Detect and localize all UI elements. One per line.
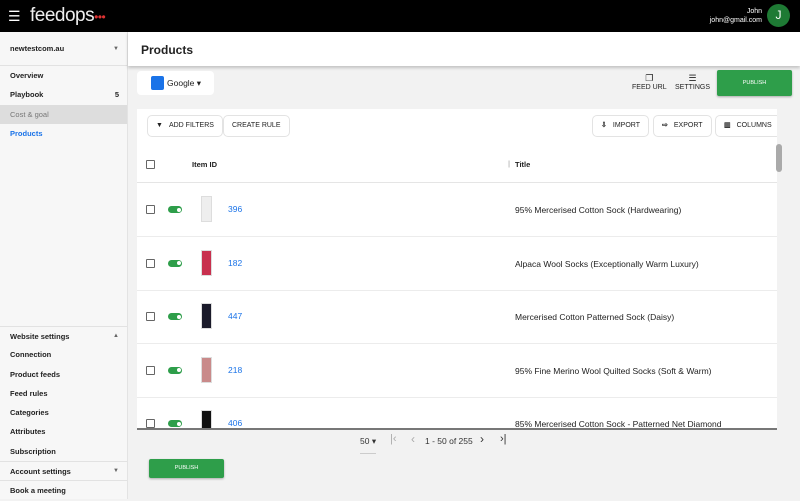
- last-page-icon[interactable]: ›|: [500, 433, 507, 445]
- import-button[interactable]: ⇩ IMPORT: [592, 115, 649, 137]
- user-info: John john@gmail.com: [709, 8, 762, 24]
- footer-publish-button[interactable]: PUBLISH: [149, 459, 224, 478]
- avatar[interactable]: J: [767, 4, 790, 27]
- enabled-toggle[interactable]: [168, 259, 182, 267]
- item-id-link[interactable]: 447: [228, 311, 242, 321]
- sidebar: newtestcom.au ▼ Overview Playbook 5 Cost &…: [0, 32, 128, 499]
- product-title: 95% Fine Merino Wool Quilted Socks (Soft…: [515, 365, 712, 376]
- create-rule-button[interactable]: CREATE RULE: [223, 115, 290, 137]
- select-all-checkbox[interactable]: [146, 160, 155, 169]
- sidebar-item-subscription[interactable]: Subscription: [0, 442, 127, 461]
- column-item-id[interactable]: Item ID: [192, 160, 217, 169]
- columns-icon: ▥: [724, 122, 731, 129]
- enabled-toggle[interactable]: [168, 366, 182, 374]
- logo[interactable]: feedops•••: [30, 5, 106, 27]
- sidebar-item-product-feeds[interactable]: Product feeds: [0, 365, 127, 384]
- vertical-scrollbar[interactable]: [776, 144, 782, 172]
- product-title: Mercerised Cotton Patterned Sock (Daisy): [515, 312, 675, 322]
- page-size-select[interactable]: 50 ▾: [360, 436, 377, 454]
- feed-url-button[interactable]: ❐ FEED URL: [632, 72, 667, 91]
- first-page-icon[interactable]: |‹: [390, 433, 397, 445]
- row-checkbox[interactable]: [146, 205, 155, 214]
- table-row[interactable]: 447 Mercerised Cotton Patterned Sock (Da…: [137, 290, 777, 344]
- sidebar-item-connection[interactable]: Connection: [0, 345, 127, 364]
- publish-button[interactable]: PUBLISH: [717, 70, 792, 96]
- next-page-icon[interactable]: ›: [480, 432, 484, 446]
- prev-page-icon[interactable]: ‹: [411, 432, 415, 446]
- account-settings-toggle[interactable]: Account settings ▼: [0, 461, 127, 480]
- import-icon: ⇩: [601, 122, 607, 129]
- sliders-icon: ☰: [688, 73, 697, 83]
- sidebar-item-book-meeting[interactable]: Book a meeting: [0, 480, 127, 499]
- table-header: Item ID | Title: [137, 147, 777, 183]
- account-selector[interactable]: newtestcom.au ▼: [0, 32, 127, 66]
- row-checkbox[interactable]: [146, 419, 155, 428]
- playbook-count: 5: [114, 90, 119, 100]
- channel-selector[interactable]: Google ▾: [137, 71, 214, 95]
- sidebar-item-products[interactable]: Products: [0, 124, 127, 143]
- sidebar-item-feed-rules[interactable]: Feed rules: [0, 384, 127, 403]
- add-filters-button[interactable]: ▼ ADD FILTERS: [147, 115, 223, 137]
- row-checkbox[interactable]: [146, 365, 155, 375]
- sidebar-item-categories[interactable]: Categories: [0, 403, 127, 422]
- chevron-up-icon: ▲: [113, 333, 119, 339]
- sidebar-item-overview[interactable]: Overview: [0, 66, 127, 85]
- item-id-link[interactable]: 218: [228, 365, 242, 375]
- enabled-toggle[interactable]: [168, 420, 182, 427]
- filter-icon: ▼: [156, 122, 163, 129]
- enabled-toggle[interactable]: [168, 206, 182, 213]
- item-id-link[interactable]: 406: [228, 418, 242, 428]
- product-title: 95% Mercerised Cotton Sock (Hardwearing): [515, 205, 682, 215]
- google-shopping-icon: [151, 76, 164, 90]
- product-title: Alpaca Wool Socks (Exceptionally Warm Lu…: [515, 258, 699, 269]
- table-row[interactable]: 406 85% Mercerised Cotton Sock - Pattern…: [137, 397, 777, 429]
- item-id-link[interactable]: 182: [228, 258, 242, 268]
- table-row[interactable]: 218 95% Fine Merino Wool Quilted Socks (…: [137, 344, 777, 398]
- pagination-range: 1 - 50 of 255: [425, 436, 473, 446]
- products-table-card: ▼ ADD FILTERS CREATE RULE ⇩ IMPORT ⇨ EXPORT…: [137, 109, 777, 429]
- sidebar-item-playbook[interactable]: Playbook 5: [0, 85, 127, 104]
- product-thumbnail: [201, 249, 212, 276]
- product-thumbnail: [201, 303, 212, 329]
- product-thumbnail: [201, 410, 212, 429]
- column-title[interactable]: Title: [515, 160, 530, 169]
- row-checkbox[interactable]: [146, 258, 155, 268]
- export-icon: ⇨: [662, 122, 668, 129]
- top-bar: ☰ feedops••• John john@gmail.com J: [0, 0, 800, 32]
- table-row[interactable]: 182 Alpaca Wool Socks (Exceptionally War…: [137, 237, 777, 291]
- menu-icon[interactable]: ☰: [8, 8, 21, 25]
- product-thumbnail: [201, 196, 212, 222]
- product-thumbnail: [201, 356, 212, 383]
- enabled-toggle[interactable]: [168, 313, 182, 320]
- sidebar-item-cost-goal[interactable]: Cost & goal: [0, 104, 127, 124]
- page-title: Products: [128, 32, 800, 66]
- website-settings-toggle[interactable]: Website settings ▲: [0, 326, 127, 345]
- item-id-link[interactable]: 396: [228, 204, 242, 214]
- export-button[interactable]: ⇨ EXPORT: [653, 115, 712, 137]
- horizontal-scrollbar[interactable]: [137, 428, 777, 430]
- columns-button[interactable]: ▥ COLUMNS: [715, 115, 777, 137]
- row-checkbox[interactable]: [146, 312, 155, 321]
- table-row[interactable]: 396 95% Mercerised Cotton Sock (Hardwear…: [137, 183, 777, 237]
- chevron-down-icon: ▼: [113, 46, 119, 52]
- settings-button[interactable]: ☰ SETTINGS: [675, 72, 710, 91]
- chevron-down-icon: ▼: [113, 468, 119, 475]
- copy-icon: ❐: [645, 73, 654, 83]
- sidebar-item-attributes[interactable]: Attributes: [0, 422, 127, 441]
